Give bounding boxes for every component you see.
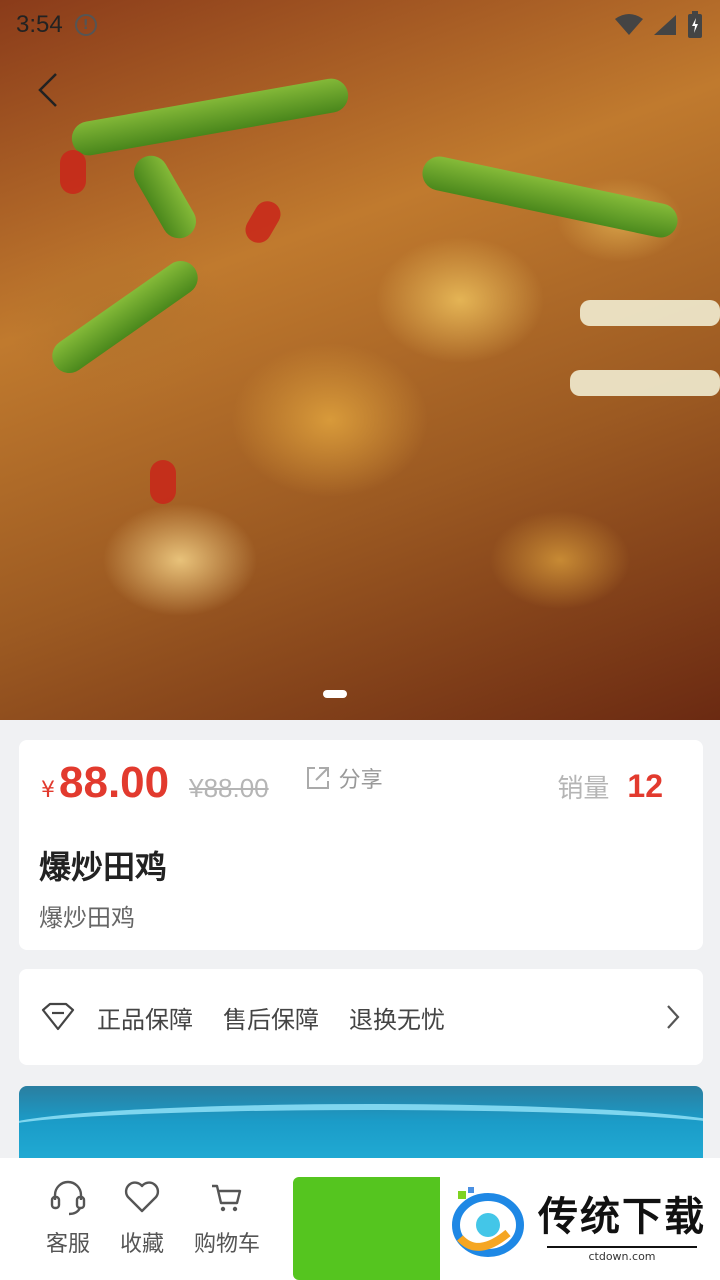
watermark: 传统下载 ctdown.com [440, 1166, 720, 1280]
carousel-indicator [323, 690, 347, 698]
add-to-cart-button[interactable] [293, 1177, 440, 1280]
chevron-right-icon [667, 1005, 680, 1029]
sales-value: 12 [627, 768, 663, 804]
customer-service-button[interactable]: 客服 [46, 1178, 90, 1258]
cart-button[interactable]: 购物车 [194, 1178, 260, 1258]
heart-icon [124, 1181, 160, 1213]
product-subtitle: 爆炒田鸡 [39, 904, 135, 932]
customer-service-label: 客服 [46, 1232, 91, 1257]
share-icon [306, 767, 329, 789]
bottom-action-bar: 客服 收藏 购物车 传统下载 ctdown.com [0, 1158, 720, 1280]
guarantee-row[interactable]: 正品保障 售后保障 退换无忧 [19, 969, 703, 1065]
guarantee-item: 售后保障 [223, 1005, 319, 1034]
cart-label: 购物车 [194, 1232, 261, 1257]
price-card: ¥ 88.00 ¥88.00 分享 销量 12 爆炒田鸡 爆炒田鸡 [19, 740, 703, 950]
back-button[interactable] [28, 68, 68, 112]
sales-count: 销量 12 [557, 768, 681, 805]
cart-icon [212, 1184, 242, 1212]
info-icon: ! [74, 14, 97, 36]
watermark-logo [448, 1183, 528, 1263]
headset-icon [50, 1180, 86, 1216]
wifi-icon [615, 14, 643, 35]
share-button[interactable]: 分享 [305, 762, 383, 794]
share-label: 分享 [338, 768, 383, 793]
diamond-icon [41, 1002, 75, 1031]
status-time: 3:54 [16, 11, 63, 38]
guarantee-item: 退换无忧 [349, 1005, 445, 1034]
guarantee-item: 正品保障 [97, 1005, 193, 1034]
product-image [0, 0, 720, 720]
original-price: ¥88.00 [189, 773, 269, 803]
currency-symbol: ¥ [41, 778, 55, 803]
current-price: 88.00 [59, 758, 170, 807]
signal-icon [654, 15, 676, 35]
sales-label: 销量 [557, 774, 610, 804]
watermark-title: 传统下载 [538, 1193, 706, 1240]
chevron-left-icon [38, 73, 57, 107]
status-bar: 3:54 ! [0, 0, 720, 50]
battery-icon [688, 11, 702, 38]
watermark-url: ctdown.com [547, 1245, 697, 1263]
favorite-label: 收藏 [120, 1232, 165, 1257]
product-title: 爆炒田鸡 [39, 848, 168, 886]
favorite-button[interactable]: 收藏 [120, 1178, 164, 1258]
